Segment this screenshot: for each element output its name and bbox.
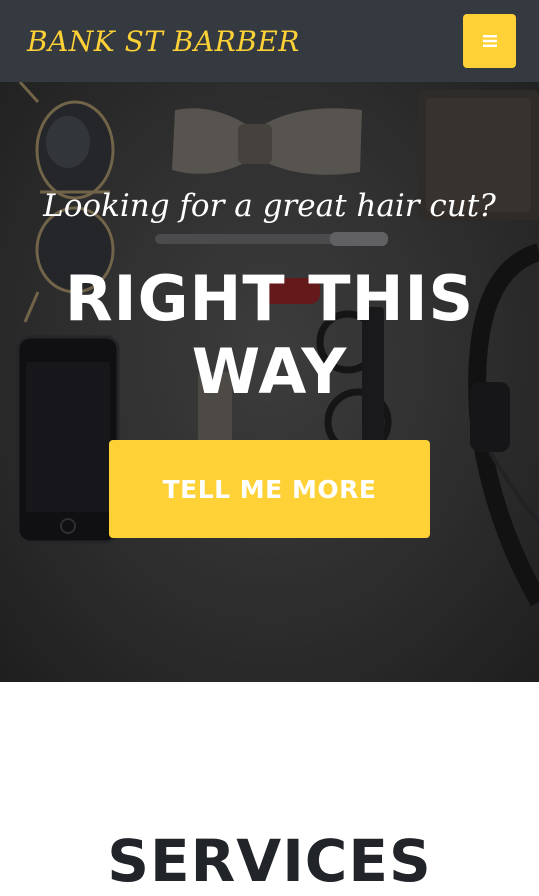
brand-logo-link[interactable]: BANK ST BARBER — [27, 25, 300, 58]
hero-subheading: Looking for a great hair cut? — [43, 188, 496, 224]
hamburger-menu-icon — [482, 35, 497, 47]
hero-section: Looking for a great hair cut? RIGHT THIS… — [0, 82, 539, 682]
navbar: BANK ST BARBER — [0, 0, 539, 82]
menu-toggle-button[interactable] — [463, 14, 516, 68]
hero-heading: RIGHT THIS WAY — [64, 262, 475, 408]
services-section-title: SERVICES — [107, 827, 432, 895]
tell-me-more-button[interactable]: TELL ME MORE — [109, 440, 430, 538]
